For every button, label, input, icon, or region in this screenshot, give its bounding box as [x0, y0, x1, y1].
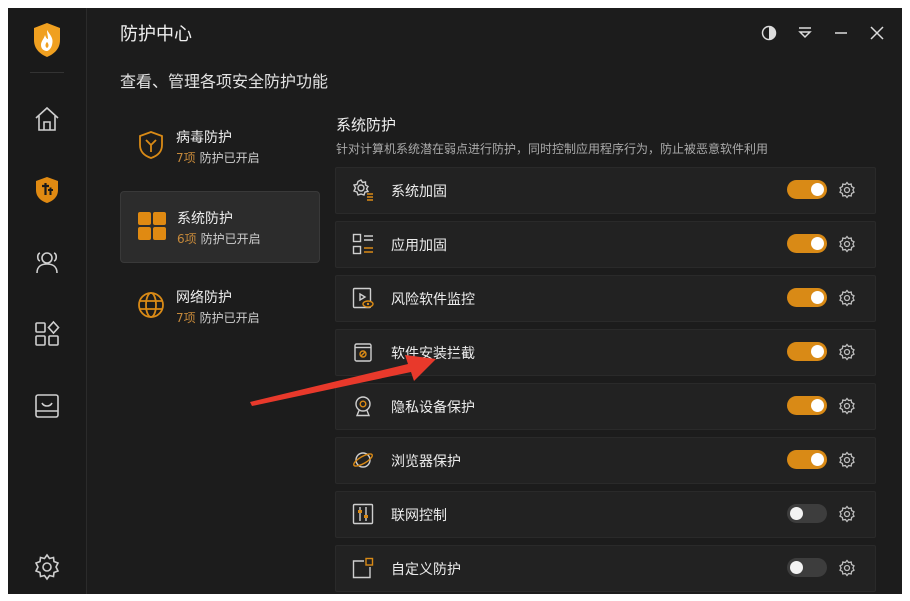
item-label: 风险软件监控	[391, 292, 475, 308]
toggle-knob	[790, 507, 803, 520]
window-controls	[758, 22, 888, 44]
item-label: 联网控制	[391, 508, 447, 524]
toggle-switch[interactable]	[787, 450, 827, 469]
annotation-arrow	[250, 355, 436, 406]
settings-icon[interactable]	[32, 552, 62, 582]
item-app-hardening: 应用加固	[335, 221, 876, 268]
gear-icon[interactable]	[838, 505, 856, 523]
flame-logo-icon	[34, 23, 60, 57]
page-title: 防护中心	[120, 24, 192, 45]
protection-icon[interactable]	[32, 175, 62, 205]
home-icon[interactable]	[32, 104, 62, 134]
section-description: 针对计算机系统潜在弱点进行防护，同时控制应用程序行为，防止被恶意软件利用	[336, 142, 769, 156]
toggle-knob	[811, 345, 824, 358]
category-status: 6项 防护已开启	[177, 232, 261, 246]
toggle-knob	[811, 399, 824, 412]
close-icon[interactable]	[866, 22, 888, 44]
toggle-knob	[811, 237, 824, 250]
gear-list-icon	[352, 179, 373, 201]
gear-icon[interactable]	[838, 343, 856, 361]
virus-shield-icon	[139, 131, 163, 159]
category-status: 7项 防护已开启	[176, 151, 260, 165]
item-risk-software-monitor: 风险软件监控	[335, 275, 876, 322]
category-name: 网络防护	[176, 290, 232, 306]
gear-icon[interactable]	[838, 235, 856, 253]
app-list-icon	[352, 233, 373, 255]
category-virus-protection[interactable]: 病毒防护 7项 防护已开启	[120, 111, 318, 181]
custom-square-icon	[352, 557, 374, 579]
toggle-knob	[790, 561, 803, 574]
globe-icon	[138, 292, 164, 318]
gear-icon[interactable]	[838, 559, 856, 577]
toggle-knob	[811, 453, 824, 466]
menu-icon[interactable]	[794, 22, 816, 44]
app-window: 防护中心 查看、管理各项安全防护功能 病毒防护 7项 防护已开启 系统防护 6项…	[8, 8, 902, 594]
item-system-hardening: 系统加固	[335, 167, 876, 214]
system-grid-icon	[138, 212, 166, 240]
toggle-switch[interactable]	[787, 288, 827, 307]
toggle-switch[interactable]	[787, 558, 827, 577]
toolbox-icon[interactable]	[32, 391, 62, 421]
gear-icon[interactable]	[838, 451, 856, 469]
category-system-protection[interactable]: 系统防护 6项 防护已开启	[120, 191, 320, 263]
minimize-icon[interactable]	[830, 22, 852, 44]
apps-icon[interactable]	[32, 319, 62, 349]
category-name: 系统防护	[177, 211, 233, 227]
category-name: 病毒防护	[176, 130, 232, 146]
category-status: 7项 防护已开启	[176, 311, 260, 325]
theme-icon[interactable]	[758, 22, 780, 44]
network-control-icon	[352, 503, 374, 525]
category-network-protection[interactable]: 网络防护 7项 防护已开启	[120, 271, 318, 341]
item-label: 浏览器保护	[391, 454, 461, 470]
item-label: 系统加固	[391, 184, 447, 200]
toggle-switch[interactable]	[787, 342, 827, 361]
item-network-control: 联网控制	[335, 491, 876, 538]
gear-icon[interactable]	[838, 397, 856, 415]
toggle-switch[interactable]	[787, 396, 827, 415]
toggle-switch[interactable]	[787, 504, 827, 523]
toggle-knob	[811, 291, 824, 304]
gear-icon[interactable]	[838, 289, 856, 307]
item-label: 应用加固	[391, 238, 447, 254]
rail-divider	[30, 72, 64, 73]
planet-icon	[353, 452, 373, 468]
section-title: 系统防护	[336, 116, 397, 134]
item-browser-protection: 浏览器保护	[335, 437, 876, 484]
sidebar-rail	[8, 8, 87, 594]
item-custom-protection: 自定义防护	[335, 545, 876, 592]
users-icon[interactable]	[32, 247, 62, 277]
page-subtitle: 查看、管理各项安全防护功能	[120, 72, 329, 91]
monitor-eye-icon	[352, 287, 374, 309]
toggle-switch[interactable]	[787, 234, 827, 253]
item-label: 自定义防护	[391, 562, 461, 578]
gear-icon[interactable]	[838, 181, 856, 199]
toggle-switch[interactable]	[787, 180, 827, 199]
toggle-knob	[811, 183, 824, 196]
